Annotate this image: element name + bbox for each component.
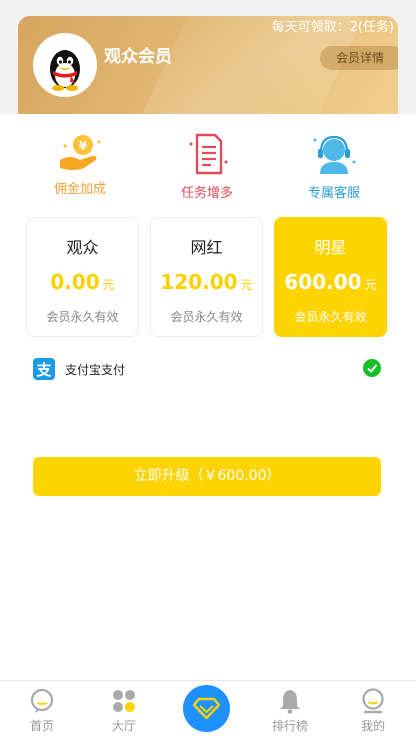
- benefit-label: 专属客服: [307, 186, 360, 201]
- tab-label: 排行榜: [271, 719, 308, 733]
- svg-text:支: 支: [35, 361, 52, 379]
- plan-validity: 会员永久有效: [294, 310, 367, 324]
- tab-hall[interactable]: 大厅: [82, 681, 166, 740]
- member-title: 观众会员: [104, 47, 172, 67]
- plan-card-viewer[interactable]: 观众 0.00 元 会员永久有效: [26, 217, 139, 337]
- bell-icon: [280, 690, 300, 714]
- profile-icon: [362, 688, 384, 714]
- plan-options: 观众 0.00 元 会员永久有效 网红 120.00 元 会员永久有效 明星 600…: [26, 217, 390, 337]
- hand-coin-icon: ¥: [60, 135, 101, 170]
- daily-quota-text: 每天可领取：2(任务): [271, 20, 394, 35]
- plan-name: 观众: [66, 238, 99, 257]
- plan-price: 0.00 元: [50, 270, 115, 294]
- svg-text:¥: ¥: [79, 139, 88, 153]
- benefit-label: 任务增多: [180, 186, 233, 201]
- benefit-more-tasks: 任务增多: [152, 132, 262, 201]
- tab-leaderboard[interactable]: 排行榜: [248, 681, 332, 740]
- plan-validity: 会员永久有效: [46, 310, 119, 324]
- plan-price: 600.00 元: [284, 270, 377, 294]
- qq-penguin-avatar: [33, 33, 97, 97]
- plan-card-star[interactable]: 明星 600.00 元 会员永久有效: [274, 217, 387, 337]
- plan-price: 120.00 元: [160, 270, 253, 294]
- tab-label: 首页: [29, 719, 54, 733]
- home-chat-icon: [30, 688, 54, 713]
- vip-card: 观众会员 每天可领取：2(任务) 会员详情: [18, 16, 398, 114]
- document-list-icon: [189, 133, 228, 175]
- customer-service-icon: [313, 135, 356, 174]
- hall-dots-icon: [113, 690, 135, 712]
- plan-validity: 会员永久有效: [170, 310, 243, 324]
- check-icon[interactable]: [363, 359, 381, 377]
- payment-option-alipay[interactable]: 支 支付宝支付: [33, 357, 383, 381]
- tab-home[interactable]: 首页: [0, 681, 84, 740]
- upgrade-now-button[interactable]: 立即升级（￥600.00）: [33, 457, 381, 496]
- payment-method-label: 支付宝支付: [65, 363, 126, 377]
- benefits-row: ¥ 佣金加成 任务增多 专属客服: [0, 132, 416, 204]
- tab-mine[interactable]: 我的: [331, 681, 415, 740]
- benefit-label: 佣金加成: [53, 182, 106, 197]
- diamond-icon: [193, 697, 220, 720]
- plan-name: 网红: [190, 238, 223, 257]
- tab-label: 大厅: [111, 719, 136, 733]
- benefit-customer-service: 专属客服: [279, 132, 389, 201]
- plan-name: 明星: [314, 238, 347, 257]
- tab-vip-center[interactable]: [183, 685, 230, 732]
- plan-card-influencer[interactable]: 网红 120.00 元 会员永久有效: [150, 217, 263, 337]
- alipay-icon: 支: [33, 358, 55, 380]
- member-details-button[interactable]: 会员详情: [319, 46, 398, 70]
- benefit-commission: ¥ 佣金加成: [25, 132, 135, 197]
- tab-label: 我的: [360, 719, 385, 733]
- vip-upgrade-page: 观众会员 每天可领取：2(任务) 会员详情 ¥ 佣金加成 任务增多 专属客服 观…: [0, 0, 416, 740]
